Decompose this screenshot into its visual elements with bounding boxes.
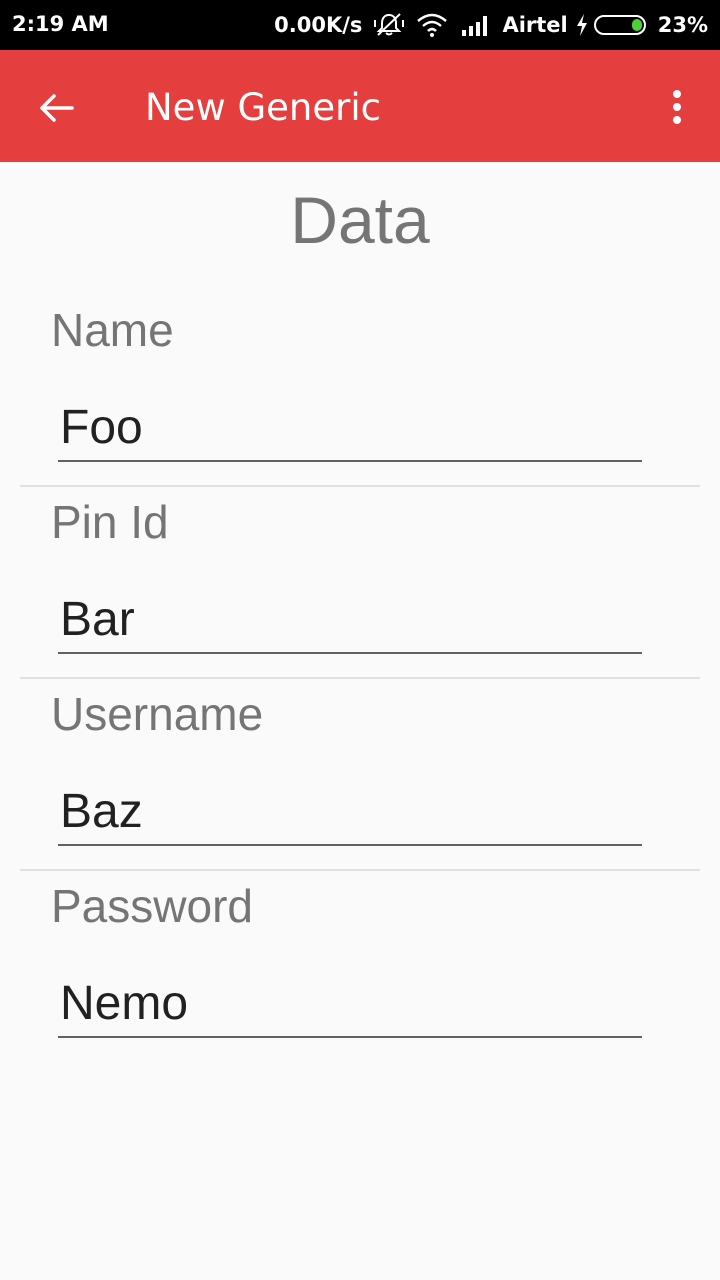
field-label-username: Username [51, 688, 264, 740]
field-label-password: Password [51, 880, 253, 932]
wifi-icon [416, 13, 448, 37]
battery-level [631, 19, 642, 31]
overflow-menu-button[interactable] [664, 88, 690, 128]
charging-bolt-icon [576, 14, 588, 36]
app-title: New Generic [145, 86, 381, 129]
screen: 2:19 AM 0.00K/s Airtel 23% New Generic D… [0, 0, 720, 1280]
carrier-name: Airtel [502, 13, 568, 37]
battery-percent: 23% [657, 13, 708, 37]
field-pin-id: Pin Id [20, 488, 700, 680]
pin-id-input[interactable] [58, 590, 642, 654]
name-input[interactable] [58, 398, 642, 462]
back-button[interactable] [34, 86, 78, 130]
password-input[interactable] [58, 974, 642, 1038]
username-input[interactable] [58, 782, 642, 846]
arrow-left-icon [40, 94, 74, 122]
divider [20, 485, 700, 487]
status-icons: 0.00K/s Airtel 23% [274, 12, 708, 38]
app-bar: New Generic [0, 50, 720, 162]
status-time: 2:19 AM [12, 12, 109, 36]
section-title: Data [290, 183, 430, 257]
more-vert-icon [673, 90, 681, 124]
network-speed: 0.00K/s [274, 13, 363, 37]
divider [20, 677, 700, 679]
divider [20, 869, 700, 871]
field-username: Username [20, 680, 700, 872]
field-label-pin-id: Pin Id [51, 496, 169, 548]
signal-icon [460, 14, 490, 36]
mute-vibrate-icon [374, 12, 405, 38]
status-bar: 2:19 AM 0.00K/s Airtel 23% [0, 0, 720, 50]
field-label-name: Name [51, 304, 174, 356]
field-name: Name [20, 296, 700, 488]
battery-icon [593, 15, 646, 35]
field-password: Password [20, 872, 700, 1064]
